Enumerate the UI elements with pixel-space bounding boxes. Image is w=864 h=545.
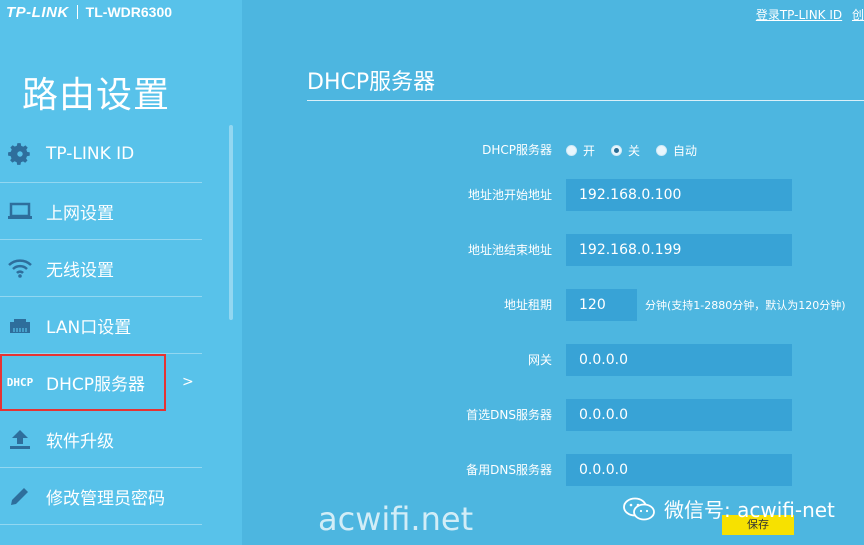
sidebar-item-admin-password[interactable]: 修改管理员密码 — [0, 468, 202, 525]
radio-label: 自动 — [673, 144, 698, 158]
dhcp-server-label: DHCP服务器 — [482, 143, 552, 157]
lan-port-icon — [0, 314, 40, 336]
dns-secondary-input[interactable]: 0.0.0.0 — [566, 454, 792, 486]
pool-end-label: 地址池结束地址 — [467, 243, 552, 257]
sidebar-item-label: 无线设置 — [46, 260, 114, 281]
sidebar-item-upgrade[interactable]: 软件升级 — [0, 411, 202, 468]
laptop-icon — [0, 200, 40, 222]
dhcp-icon-text-top: DH — [6, 375, 20, 389]
login-tplink-id-link[interactable]: 登录TP-LINK ID — [756, 8, 842, 22]
lease-input[interactable]: 120 — [566, 289, 637, 321]
gateway-input[interactable]: 0.0.0.0 — [566, 344, 792, 376]
page-title: DHCP服务器 — [307, 70, 436, 95]
sidebar-item-label: LAN口设置 — [46, 317, 132, 338]
pencil-icon — [0, 485, 40, 507]
pool-start-input[interactable]: 192.168.0.100 — [566, 179, 792, 211]
pool-end-input[interactable]: 192.168.0.199 — [566, 234, 792, 266]
upgrade-arrow-icon — [0, 428, 40, 450]
sidebar-item-wireless[interactable]: 无线设置 — [0, 240, 202, 297]
sidebar-item-label: 上网设置 — [46, 203, 114, 224]
sidebar-menu: TP-LINK ID 上网设置 无线设置 LAN口设置 DH CP DHCP服务… — [0, 126, 202, 525]
radio-indicator-selected[interactable] — [611, 145, 623, 156]
sidebar-item-internet[interactable]: 上网设置 — [0, 183, 202, 240]
lease-label: 地址租期 — [503, 298, 552, 312]
brand-separator — [76, 5, 78, 19]
dhcp-icon-text-bottom: CP — [20, 375, 34, 389]
sidebar-scrollbar[interactable] — [229, 125, 233, 320]
radio-label: 开 — [583, 144, 596, 158]
sidebar-item-tplink-id[interactable]: TP-LINK ID — [0, 126, 202, 183]
wechat-icon — [623, 497, 655, 520]
sidebar-item-label: TP-LINK ID — [46, 144, 135, 164]
brand: TP-LINK TL-WDR6300 — [6, 2, 172, 22]
radio-label: 关 — [628, 144, 641, 158]
watermark-acwifi: acwifi.net — [318, 500, 474, 538]
header-links: 登录TP-LINK ID 创 — [756, 6, 864, 23]
sidebar-item-dhcp[interactable]: DH CP DHCP服务器 > — [0, 354, 194, 411]
chevron-right-icon: > — [182, 374, 194, 390]
pool-start-label: 地址池开始地址 — [467, 188, 552, 202]
dns-secondary-label: 备用DNS服务器 — [466, 463, 552, 477]
gateway-label: 网关 — [527, 353, 552, 367]
radio-indicator[interactable] — [566, 145, 577, 156]
sidebar-item-label: DHCP服务器 — [46, 374, 145, 395]
dns-primary-input[interactable]: 0.0.0.0 — [566, 399, 792, 431]
lease-hint: 分钟(支持1-2880分钟，默认为120分钟) — [645, 299, 846, 312]
brand-logo: TP-LINK — [6, 3, 69, 21]
title-divider — [307, 100, 864, 101]
dns-primary-label: 首选DNS服务器 — [466, 408, 552, 422]
gear-icon — [0, 141, 40, 167]
dhcp-radio-on[interactable]: 开 — [566, 142, 595, 159]
sidebar-item-label: 修改管理员密码 — [46, 488, 165, 509]
sidebar-title: 路由设置 — [22, 75, 171, 116]
sidebar-item-label: 软件升级 — [46, 431, 114, 452]
dhcp-icon: DH CP — [0, 377, 40, 388]
wifi-icon — [0, 257, 40, 279]
header-extra-link[interactable]: 创 — [852, 8, 864, 22]
dhcp-radio-auto[interactable]: 自动 — [656, 142, 697, 159]
model-name: TL-WDR6300 — [85, 4, 173, 20]
watermark-wechat-text: 微信号: acwifi-net — [664, 498, 835, 522]
sidebar: TP-LINK TL-WDR6300 路由设置 TP-LINK ID 上网设置 … — [0, 0, 242, 545]
radio-indicator[interactable] — [656, 145, 668, 156]
sidebar-item-lan[interactable]: LAN口设置 — [0, 297, 202, 354]
dhcp-radio-off[interactable]: 关 — [611, 142, 640, 159]
dhcp-server-radio-group: 开 关 自动 — [566, 142, 713, 159]
watermark-wechat: 微信号: acwifi-net — [622, 494, 835, 523]
